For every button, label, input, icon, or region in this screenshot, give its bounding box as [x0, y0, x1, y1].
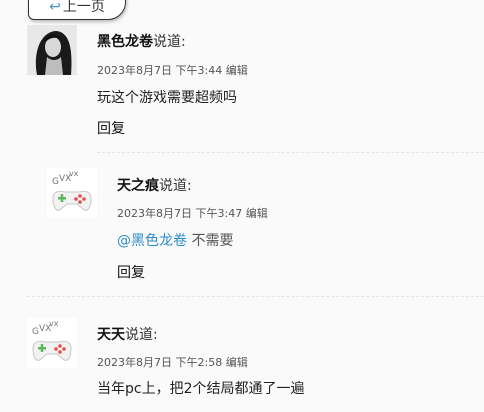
mention-link[interactable]: @黑色龙卷	[117, 233, 187, 249]
avatar[interactable]	[27, 25, 77, 75]
divider	[97, 152, 484, 153]
avatar-image	[27, 25, 77, 75]
comment-meta: 2023年8月7日 下午3:47 编辑	[117, 205, 268, 221]
gamepad-avatar-icon: GVX vx	[27, 318, 77, 368]
comment-meta: 2023年8月7日 下午3:44 编辑	[97, 62, 248, 78]
return-arrow-icon: ↩	[49, 0, 61, 15]
comment-text: 玩这个游戏需要超频吗	[97, 90, 237, 106]
svg-text:vx: vx	[69, 169, 79, 178]
comment-text: @黑色龙卷 不需要	[117, 233, 234, 249]
edit-link[interactable]: 编辑	[246, 207, 268, 220]
reply-button[interactable]: 回复	[97, 118, 125, 138]
avatar[interactable]: GVX vx	[47, 168, 97, 218]
comment-author: 天之痕说道:	[117, 178, 192, 194]
comment-author: 黑色龙卷说道:	[97, 34, 186, 50]
comment-date-link[interactable]: 2023年8月7日 下午2:58	[97, 356, 222, 369]
avatar[interactable]: GVX vx	[27, 318, 77, 368]
comment-meta: 2023年8月7日 下午2:58 编辑	[97, 354, 248, 370]
author-name-link[interactable]: 天之痕	[117, 178, 159, 194]
reply-button[interactable]: 回复	[117, 262, 145, 282]
edit-link[interactable]: 编辑	[226, 356, 248, 369]
comment-author: 天天说道:	[97, 327, 158, 343]
divider	[27, 296, 484, 297]
comment-date-link[interactable]: 2023年8月7日 下午3:44	[97, 64, 222, 77]
edit-link[interactable]: 编辑	[226, 64, 248, 77]
svg-text:vx: vx	[49, 319, 59, 328]
prev-page-button[interactable]: ↩ 上一页	[28, 0, 126, 20]
author-name-link[interactable]: 黑色龙卷	[97, 34, 153, 50]
comment-date-link[interactable]: 2023年8月7日 下午3:47	[117, 207, 242, 220]
author-name-link[interactable]: 天天	[97, 327, 125, 343]
comment-text: 当年pc上，把2个结局都通了一遍	[97, 381, 305, 397]
gamepad-avatar-icon: GVX vx	[47, 168, 97, 218]
